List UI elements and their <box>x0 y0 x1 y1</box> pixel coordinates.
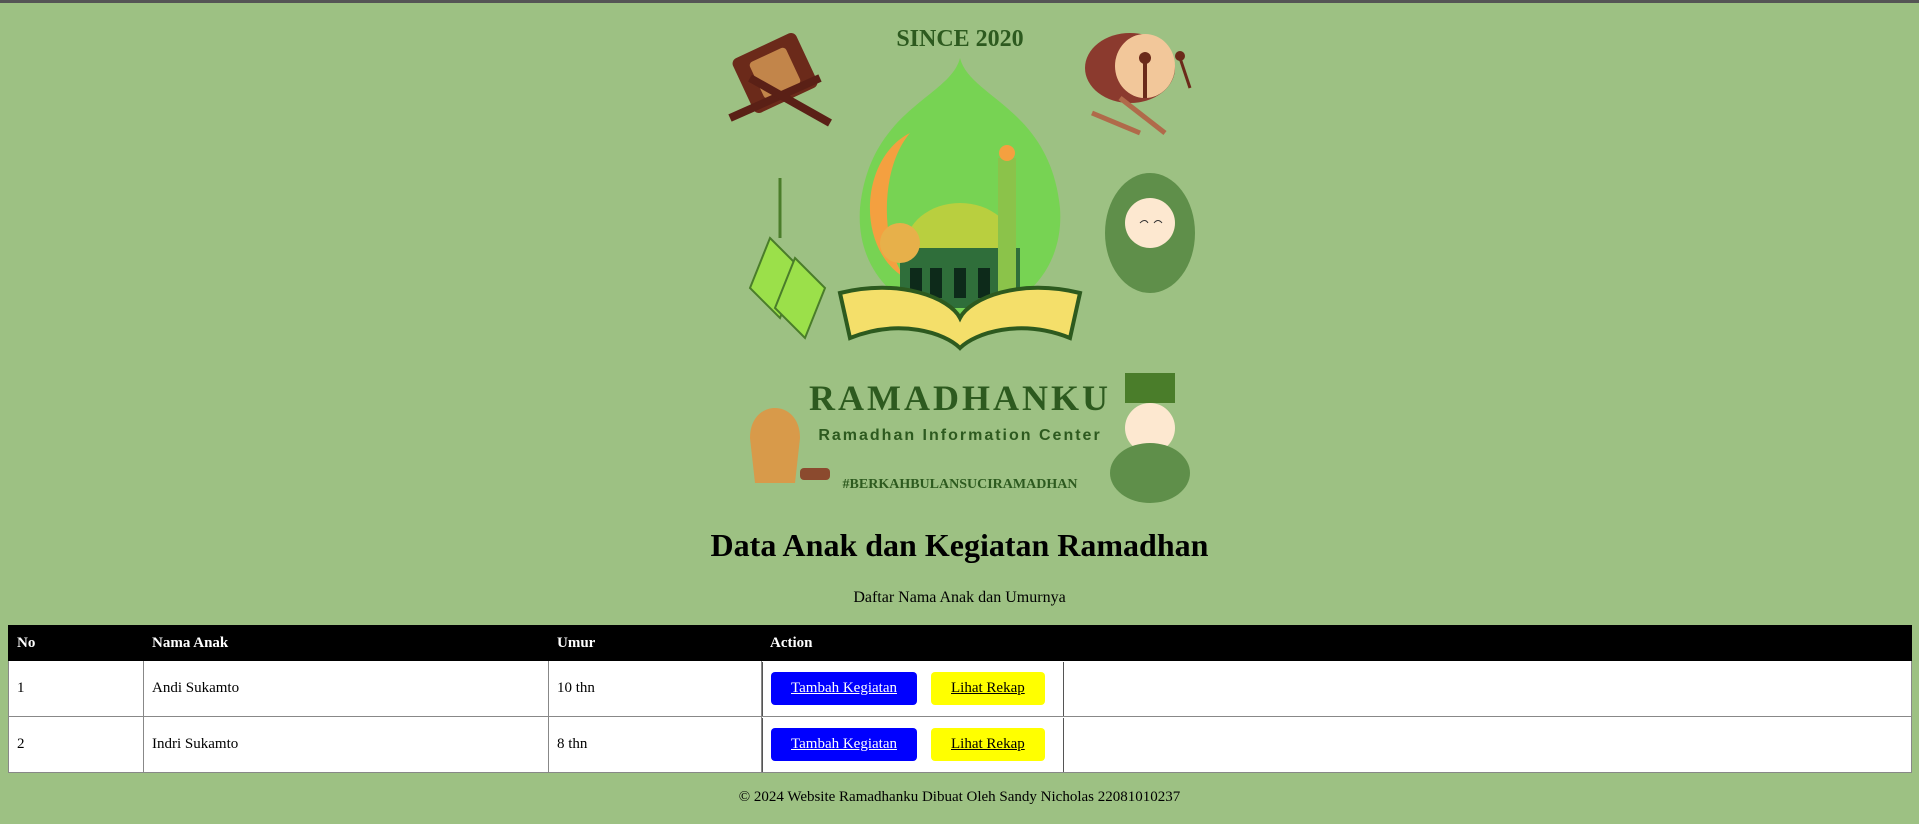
logo-tagline-text: Ramadhan Information Center <box>818 427 1101 444</box>
logo-since-text: SINCE 2020 <box>896 26 1023 52</box>
view-recap-button[interactable]: Lihat Rekap <box>931 672 1045 705</box>
column-header-action: Action <box>761 625 1912 661</box>
cell-no: 2 <box>8 716 144 773</box>
hijab-girl-icon <box>1105 173 1195 293</box>
children-data-table: No Nama Anak Umur Action 1 Andi Sukamto … <box>8 625 1912 773</box>
cell-name: Indri Sukamto <box>143 716 549 773</box>
quran-stand-icon <box>728 32 832 127</box>
action-button-group: Tambah Kegiatan Lihat Rekap <box>762 661 1064 716</box>
logo-brand-text: RAMADHANKU <box>809 378 1111 418</box>
cell-age: 10 thn <box>548 660 762 717</box>
logo-hashtag-text: #BERKAHBULANSUCIRAMADHAN <box>843 477 1078 492</box>
window-top-border <box>0 0 1919 3</box>
column-header-age: Umur <box>548 625 762 661</box>
cell-action: Tambah Kegiatan Lihat Rekap <box>761 716 1912 773</box>
page-subtitle: Daftar Nama Anak dan Umurnya <box>853 589 1066 606</box>
table-row: 2 Indri Sukamto 8 thn Tambah Kegiatan Li… <box>8 716 1912 773</box>
view-recap-button[interactable]: Lihat Rekap <box>931 728 1045 761</box>
table-header-row: No Nama Anak Umur Action <box>8 625 1912 661</box>
ketupat-icon <box>748 178 827 340</box>
cell-no: 1 <box>8 660 144 717</box>
dallah-teapot-icon <box>750 408 830 483</box>
column-header-no: No <box>8 625 144 661</box>
action-button-group: Tambah Kegiatan Lihat Rekap <box>762 717 1064 772</box>
bedug-drum-icon <box>1085 33 1192 136</box>
ramadhanku-logo: SINCE 2020 RAMADHANKU Ramadhan Informati… <box>720 18 1200 503</box>
cell-age: 8 thn <box>548 716 762 773</box>
add-activity-button[interactable]: Tambah Kegiatan <box>771 672 917 705</box>
table-row: 1 Andi Sukamto 10 thn Tambah Kegiatan Li… <box>8 660 1912 717</box>
cell-action: Tambah Kegiatan Lihat Rekap <box>761 660 1912 717</box>
boy-with-peci-icon <box>1110 373 1190 503</box>
cell-name: Andi Sukamto <box>143 660 549 717</box>
page-title: Data Anak dan Kegiatan Ramadhan <box>710 527 1209 563</box>
add-activity-button[interactable]: Tambah Kegiatan <box>771 728 917 761</box>
column-header-name: Nama Anak <box>143 625 549 661</box>
page-footer: © 2024 Website Ramadhanku Dibuat Oleh Sa… <box>738 789 1181 805</box>
